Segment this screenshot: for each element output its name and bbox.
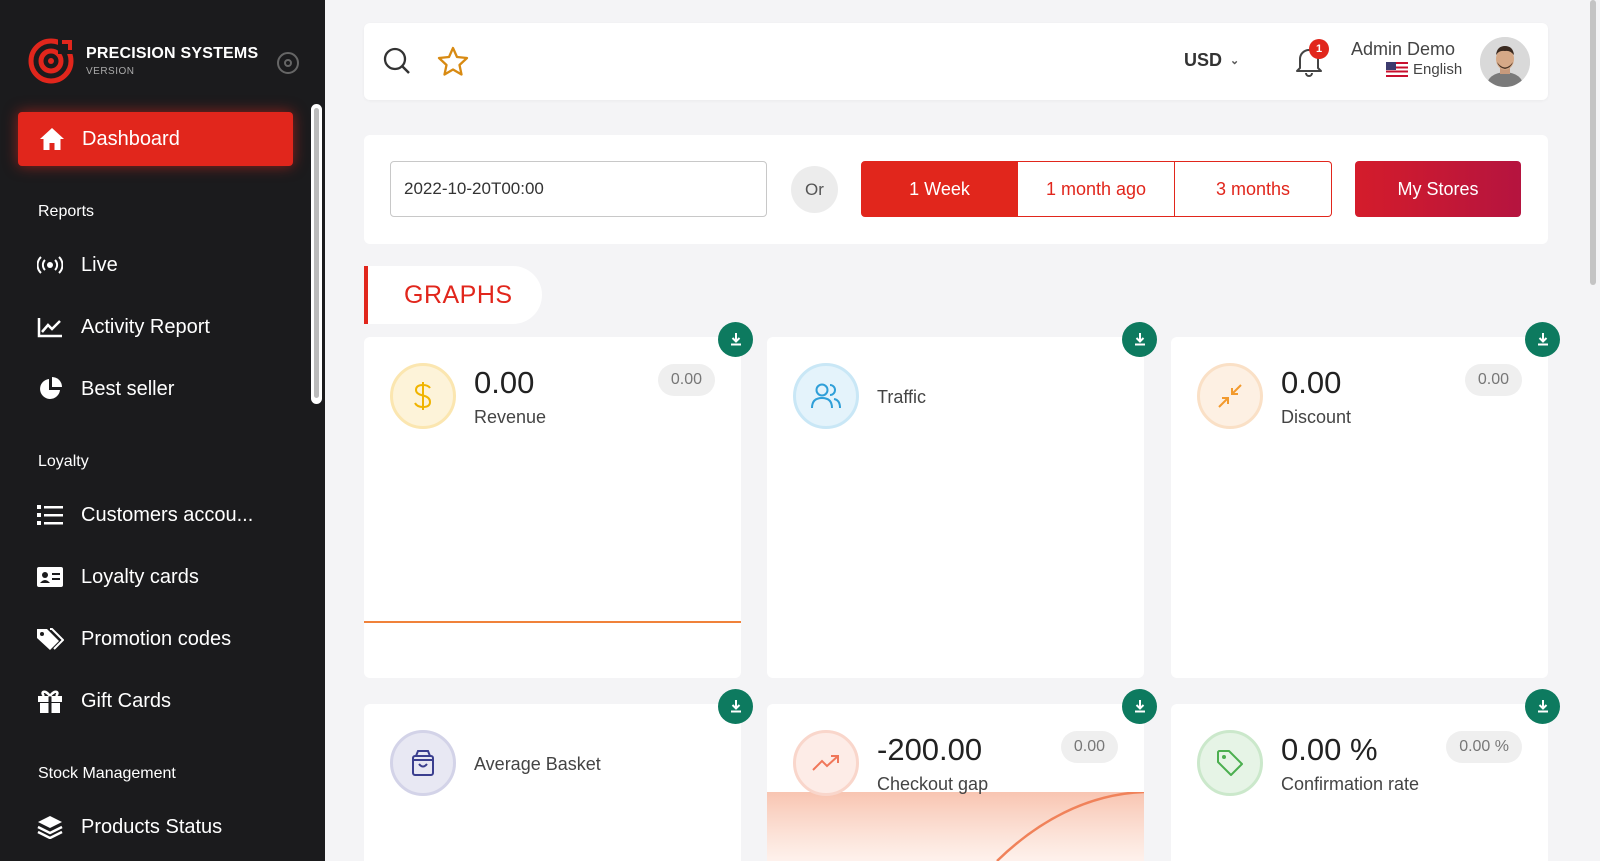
sidebar-item-label: Loyalty cards bbox=[81, 565, 199, 588]
card-label: Confirmation rate bbox=[1281, 774, 1420, 794]
language-select[interactable]: English bbox=[1386, 61, 1462, 78]
download-icon[interactable] bbox=[1525, 322, 1560, 357]
date-input[interactable] bbox=[390, 161, 767, 217]
sidebar-item-label: Customers accou... bbox=[81, 503, 254, 526]
sidebar-item-label: Best seller bbox=[81, 377, 175, 400]
search-icon[interactable] bbox=[382, 46, 412, 81]
list-icon bbox=[36, 501, 64, 529]
card-label: Checkout gap bbox=[877, 774, 989, 794]
card-label: Average Basket bbox=[474, 754, 601, 774]
download-icon[interactable] bbox=[718, 322, 753, 357]
chevron-down-icon: ⌄ bbox=[1230, 55, 1240, 67]
card-value: 0.00 bbox=[474, 365, 535, 400]
currency-select[interactable]: USD ⌄ bbox=[1184, 50, 1239, 71]
brand-version: VERSION bbox=[86, 66, 135, 77]
compress-icon bbox=[1197, 363, 1263, 429]
sidebar-item-promotion-codes[interactable]: Promotion codes bbox=[36, 619, 231, 659]
sidebar-item-label: Promotion codes bbox=[81, 627, 232, 650]
brand-name: PRECISION SYSTEMS bbox=[86, 45, 259, 62]
sidebar-item-label: Gift Cards bbox=[81, 689, 172, 712]
average-basket-card: Average Basket bbox=[364, 704, 741, 861]
broadcast-icon bbox=[36, 251, 64, 279]
discount-card: 0.00 Discount 0.00 bbox=[1171, 337, 1548, 678]
brand[interactable]: PRECISION SYSTEMS VERSION bbox=[28, 38, 258, 84]
users-icon bbox=[793, 363, 859, 429]
sidebar-scrollbar[interactable] bbox=[311, 104, 322, 404]
range-3-months-button[interactable]: 3 months bbox=[1175, 161, 1332, 217]
confirmation-rate-card: 0.00 % Confirmation rate 0.00 % bbox=[1171, 704, 1548, 861]
sidebar-item-label: Live bbox=[81, 253, 118, 276]
line-chart-icon bbox=[36, 313, 64, 341]
us-flag-icon bbox=[1386, 62, 1408, 77]
pie-chart-icon bbox=[36, 375, 64, 403]
avatar[interactable] bbox=[1480, 37, 1530, 87]
tag-icon bbox=[1197, 730, 1263, 796]
date-filter-bar: Or 1 Week 1 month ago 3 months My Stores bbox=[364, 135, 1548, 244]
sidebar-item-gift-cards[interactable]: Gift Cards bbox=[36, 681, 171, 721]
layers-icon bbox=[36, 813, 64, 841]
download-icon[interactable] bbox=[718, 689, 753, 724]
card-value: -200.00 bbox=[877, 732, 983, 767]
sidebar-item-loyalty-cards[interactable]: Loyalty cards bbox=[36, 557, 199, 597]
notification-count-badge: 1 bbox=[1309, 39, 1329, 59]
tags-icon bbox=[36, 625, 64, 653]
page-scrollbar[interactable] bbox=[1590, 0, 1596, 285]
sidebar-item-live[interactable]: Live bbox=[36, 245, 118, 285]
or-separator: Or bbox=[791, 166, 838, 213]
language-label: English bbox=[1413, 61, 1463, 78]
download-icon[interactable] bbox=[1525, 689, 1560, 724]
top-bar: USD ⌄ 1 Admin Demo English bbox=[364, 23, 1548, 100]
id-card-icon bbox=[36, 563, 64, 591]
card-value: 0.00 bbox=[1281, 365, 1342, 400]
comparison-badge: 0.00 bbox=[1060, 731, 1118, 763]
sidebar-item-products-status[interactable]: Products Status bbox=[36, 807, 222, 847]
sidebar-toggle-button[interactable] bbox=[277, 52, 299, 74]
range-1-month-button[interactable]: 1 month ago bbox=[1018, 161, 1175, 217]
sidebar-item-dashboard[interactable]: Dashboard bbox=[18, 112, 293, 166]
comparison-badge: 0.00 bbox=[657, 364, 715, 396]
sidebar-item-activity-report[interactable]: Activity Report bbox=[36, 307, 210, 347]
card-label: Traffic bbox=[877, 387, 927, 407]
currency-value: USD bbox=[1184, 50, 1223, 70]
favorite-star-icon[interactable] bbox=[437, 46, 469, 81]
trending-up-icon bbox=[793, 730, 859, 796]
brand-logo-icon bbox=[28, 38, 74, 84]
checkout-gap-area-chart bbox=[767, 792, 1144, 861]
revenue-chart-line bbox=[364, 621, 741, 623]
nav-section-reports: Reports bbox=[38, 203, 95, 220]
sidebar-item-label: Dashboard bbox=[82, 127, 180, 150]
gift-icon bbox=[36, 687, 64, 715]
user-name[interactable]: Admin Demo bbox=[1351, 39, 1455, 60]
nav-section-stock-management: Stock Management bbox=[38, 765, 176, 782]
sidebar: PRECISION SYSTEMS VERSION Dashboard Repo… bbox=[0, 0, 325, 861]
range-1-week-button[interactable]: 1 Week bbox=[861, 161, 1018, 217]
sidebar-item-customers-accounts[interactable]: Customers accou... bbox=[36, 495, 253, 535]
graphs-heading: GRAPHS bbox=[364, 266, 542, 324]
dollar-icon bbox=[390, 363, 456, 429]
comparison-badge: 0.00 % bbox=[1446, 731, 1522, 763]
download-icon[interactable] bbox=[1122, 689, 1157, 724]
nav-section-loyalty: Loyalty bbox=[38, 453, 89, 470]
revenue-card: 0.00 Revenue 0.00 bbox=[364, 337, 741, 678]
comparison-badge: 0.00 bbox=[1464, 364, 1522, 396]
card-value: 0.00 % bbox=[1281, 732, 1378, 767]
my-stores-button[interactable]: My Stores bbox=[1355, 161, 1521, 217]
shopping-bag-icon bbox=[390, 730, 456, 796]
card-label: Discount bbox=[1281, 407, 1352, 427]
download-icon[interactable] bbox=[1122, 322, 1157, 357]
range-button-group: 1 Week 1 month ago 3 months bbox=[861, 161, 1332, 217]
home-icon bbox=[38, 125, 66, 153]
traffic-card: Traffic bbox=[767, 337, 1144, 678]
card-label: Revenue bbox=[474, 407, 547, 427]
sidebar-item-label: Products Status bbox=[81, 815, 223, 838]
checkout-gap-card: -200.00 Checkout gap 0.00 bbox=[767, 704, 1144, 861]
sidebar-item-label: Activity Report bbox=[81, 315, 210, 338]
sidebar-item-best-seller[interactable]: Best seller bbox=[36, 369, 174, 409]
